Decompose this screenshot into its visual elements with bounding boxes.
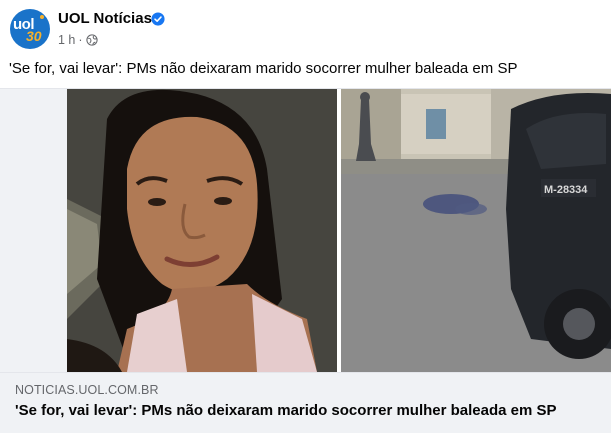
link-domain: NOTICIAS.UOL.COM.BR [15,383,159,397]
page-avatar[interactable]: uol 30 [10,9,50,49]
car-plate-text: M-28334 [544,184,588,196]
street-scene-illustration: M-28334 [341,89,611,372]
post-meta: 1 h · [58,33,98,47]
verified-badge-icon [151,12,165,26]
post-header: uol 30 UOL Notícias 1 h · [0,0,611,56]
woman-portrait-photo[interactable] [67,89,337,372]
avatar-logo-dot [40,15,44,19]
street-police-car-photo[interactable]: M-28334 [341,89,611,372]
globe-icon[interactable] [85,34,98,46]
link-title[interactable]: 'Se for, vai levar': PMs não deixaram ma… [15,402,557,419]
post-media[interactable]: M-28334 [0,89,611,372]
post-timestamp[interactable]: 1 h [58,33,75,47]
link-preview-card[interactable]: NOTICIAS.UOL.COM.BR 'Se for, vai levar':… [0,372,611,433]
woman-portrait-illustration [67,89,337,372]
post-caption: 'Se for, vai levar': PMs não deixaram ma… [9,60,518,77]
page-name-link[interactable]: UOL Notícias [58,10,152,27]
avatar-badge-text: 30 [26,28,42,44]
meta-separator: · [78,33,83,47]
